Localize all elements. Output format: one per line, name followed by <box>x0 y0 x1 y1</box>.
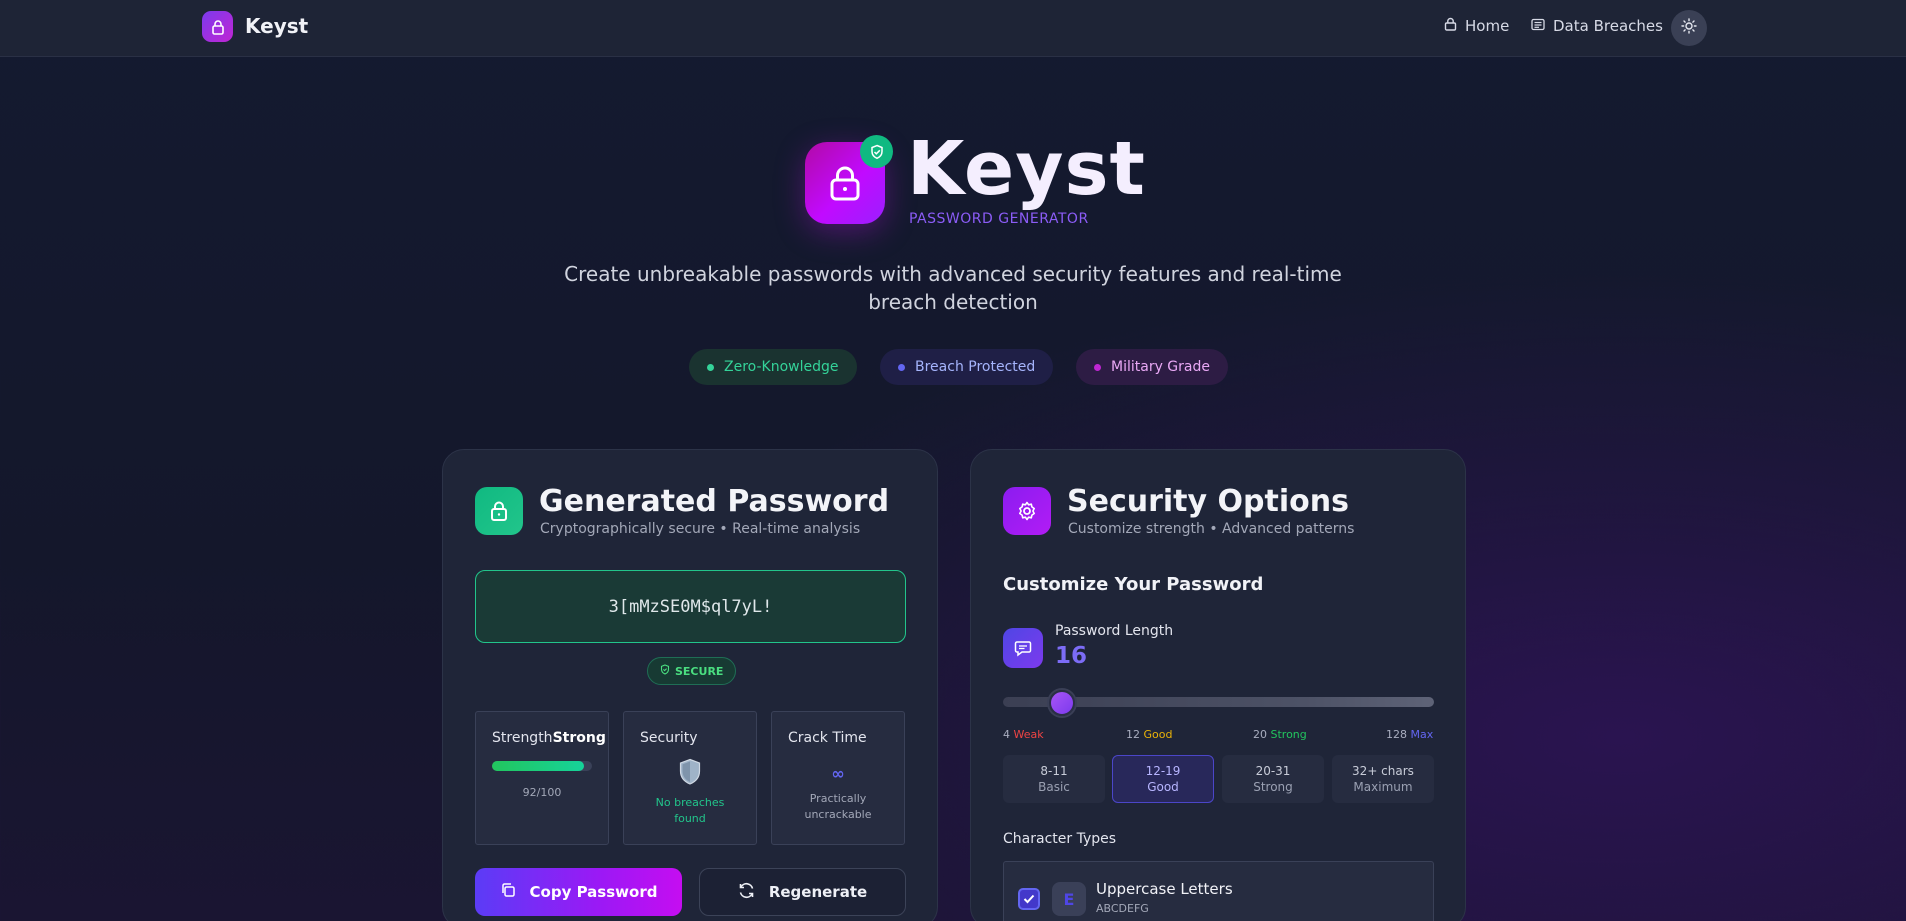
char-type-name: Uppercase Letters <box>1096 880 1233 898</box>
gear-icon <box>1003 487 1051 535</box>
range-button-maximum[interactable]: 32+ chars Maximum <box>1332 755 1434 803</box>
char-type-letter-icon: E <box>1052 882 1086 916</box>
stat-label: Security <box>640 730 698 746</box>
security-status: No breaches found <box>655 796 725 825</box>
pill-zero-knowledge: Zero-Knowledge <box>689 349 857 385</box>
card-subtitle: Customize strength • Advanced patterns <box>1068 521 1355 537</box>
brand-name[interactable]: Keyst <box>245 14 308 38</box>
range-label: 8-11 <box>1040 764 1068 778</box>
range-button-strong[interactable]: 20-31 Strong <box>1222 755 1324 803</box>
character-types-title: Character Types <box>1003 831 1117 847</box>
strength-score: 92/100 <box>522 786 562 799</box>
range-button-basic[interactable]: 8-11 Basic <box>1003 755 1105 803</box>
theme-toggle-button[interactable] <box>1671 10 1707 46</box>
strength-value: Strong <box>552 730 606 746</box>
hero-title: Keyst <box>907 126 1146 212</box>
top-navbar: Keyst Home Data Breaches <box>0 0 1906 57</box>
newspaper-icon <box>1531 17 1545 35</box>
nav-link-home[interactable]: Home <box>1444 17 1509 35</box>
lock-icon <box>1444 17 1457 35</box>
crack-time-value: ∞ <box>831 764 845 783</box>
copy-password-button[interactable]: Copy Password <box>475 868 682 916</box>
shield-check-icon <box>860 135 893 168</box>
security-options-card: Security Options Customize strength • Ad… <box>970 449 1466 921</box>
section-title: Customize Your Password <box>1003 574 1264 595</box>
tick-weak: 4 Weak <box>1003 728 1044 741</box>
badge-label: SECURE <box>675 664 724 678</box>
lock-icon <box>475 487 523 535</box>
checkmark-icon <box>1023 894 1035 904</box>
range-sublabel: Maximum <box>1353 780 1413 794</box>
range-label: 32+ chars <box>1352 764 1414 778</box>
range-label: 20-31 <box>1255 764 1291 778</box>
stat-label: StrengthStrong <box>492 730 606 746</box>
range-sublabel: Basic <box>1038 780 1070 794</box>
range-sublabel: Strong <box>1253 780 1293 794</box>
nav-link-label: Home <box>1465 17 1510 35</box>
range-sublabel: Good <box>1147 780 1179 794</box>
pill-label: Breach Protected <box>915 359 1036 375</box>
uppercase-checkbox[interactable] <box>1018 888 1040 910</box>
security-stat: Security No breaches found <box>623 711 757 845</box>
hero-subtitle: PASSWORD GENERATOR <box>909 211 1089 227</box>
button-label: Regenerate <box>768 883 868 901</box>
message-icon <box>1003 628 1043 668</box>
card-subtitle: Cryptographically secure • Real-time ana… <box>540 521 861 537</box>
copy-icon <box>500 882 516 902</box>
crack-time-stat: Crack Time ∞ Practically uncrackable <box>771 711 905 845</box>
brand-logo-icon[interactable] <box>202 11 233 42</box>
strength-bar <box>492 761 592 771</box>
length-slider-handle[interactable] <box>1048 690 1075 716</box>
regenerate-button[interactable]: Regenerate <box>699 868 906 916</box>
shield-check-icon <box>660 664 670 678</box>
pill-breach-protected: Breach Protected <box>880 349 1054 385</box>
crack-time-status: Practically uncrackable <box>804 792 872 821</box>
range-label: 12-19 <box>1145 764 1181 778</box>
tick-max: 128 Max <box>1386 728 1434 741</box>
pill-label: Military Grade <box>1111 359 1210 375</box>
strength-bar-fill <box>492 761 584 771</box>
char-type-sample: ABCDEFG <box>1096 902 1149 915</box>
length-label: Password Length <box>1055 623 1174 639</box>
refresh-icon <box>738 882 755 903</box>
pill-label: Zero-Knowledge <box>724 359 839 375</box>
status-dot <box>1094 363 1101 371</box>
tick-strong: 20 Strong <box>1253 728 1307 741</box>
length-value: 16 <box>1055 643 1088 669</box>
generated-password-card: Generated Password Cryptographically sec… <box>442 449 938 921</box>
nav-link-label: Data Breaches <box>1553 17 1663 35</box>
shield-icon <box>624 758 756 790</box>
password-display[interactable]: 3[mMzSE0M$ql7yL! <box>475 570 906 643</box>
button-label: Copy Password <box>529 883 658 901</box>
stat-label: Crack Time <box>788 730 867 746</box>
sun-icon <box>1681 18 1697 38</box>
status-dot <box>707 363 714 371</box>
range-button-good[interactable]: 12-19 Good <box>1112 755 1214 803</box>
hero-description: Create unbreakable passwords with advanc… <box>564 262 1342 314</box>
nav-link-data-breaches[interactable]: Data Breaches <box>1531 17 1663 35</box>
status-dot <box>898 363 905 371</box>
strength-stat: StrengthStrong 92/100 <box>475 711 609 845</box>
pill-military-grade: Military Grade <box>1076 349 1228 385</box>
secure-badge: SECURE <box>647 657 737 685</box>
card-title: Security Options <box>1067 484 1349 519</box>
tick-good: 12 Good <box>1126 728 1173 741</box>
char-type-uppercase[interactable]: E Uppercase Letters ABCDEFG <box>1003 861 1434 921</box>
card-title: Generated Password <box>539 484 890 519</box>
